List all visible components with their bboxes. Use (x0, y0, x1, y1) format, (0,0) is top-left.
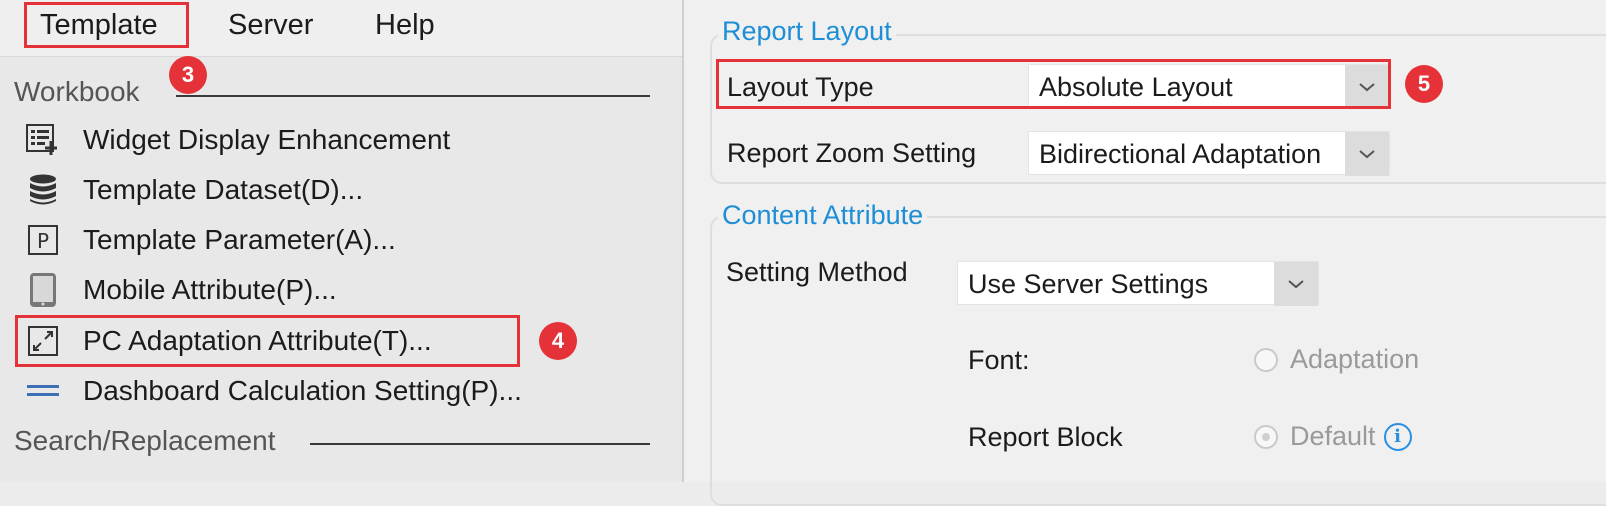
font-label: Font: (968, 345, 1030, 375)
report-zoom-label: Report Zoom Setting (727, 138, 977, 168)
setting-method-select[interactable]: Use Server Settings (957, 261, 1319, 306)
menu-bar: Template Server Help (0, 0, 682, 57)
menu-item-label: Dashboard Calculation Setting(P)... (83, 375, 522, 406)
menu-item-template-parameter[interactable]: P Template Parameter(A)... (25, 218, 396, 262)
menu-item-label: Template Dataset(D)... (83, 174, 364, 205)
svg-text:P: P (37, 229, 49, 253)
report-zoom-value: Bidirectional Adaptation (1039, 139, 1322, 169)
step-5-badge: 5 (1405, 65, 1443, 103)
report-layout-title: Report Layout (718, 16, 896, 47)
setting-method-value: Use Server Settings (968, 269, 1209, 299)
report-block-label: Report Block (968, 422, 1123, 452)
section-workbook-divider (176, 95, 650, 97)
radio-button[interactable] (1254, 347, 1278, 372)
step-3-badge: 3 (169, 56, 207, 94)
menu-item-label: Widget Display Enhancement (83, 124, 451, 155)
pc-adaptation-highlight-box (15, 315, 520, 367)
template-highlight-box (24, 2, 189, 48)
report-zoom-select[interactable]: Bidirectional Adaptation (1028, 131, 1390, 176)
template-menu-panel: Template Server Help 3 Workbook Widget D… (0, 0, 682, 482)
layout-type-highlight-box (716, 59, 1391, 109)
info-icon[interactable]: i (1383, 422, 1412, 451)
font-adaptation-label: Adaptation (1290, 344, 1420, 374)
menu-item-template-dataset[interactable]: Template Dataset(D)... (25, 168, 363, 212)
settings-panel: Report Layout Layout Type Absolute Layou… (684, 0, 1606, 506)
parameter-icon: P (25, 222, 61, 258)
widget-display-icon (25, 122, 61, 158)
step-4-badge: 4 (539, 322, 577, 360)
report-block-default-option[interactable]: Default i (1254, 421, 1412, 452)
section-search-title: Search/Replacement (14, 425, 276, 456)
menu-item-label: Mobile Attribute(P)... (83, 274, 337, 305)
content-attribute-title: Content Attribute (718, 200, 928, 231)
setting-method-label: Setting Method (726, 257, 908, 287)
menu-help[interactable]: Help (375, 0, 435, 50)
mobile-icon (25, 272, 61, 308)
menu-item-mobile-attribute[interactable]: Mobile Attribute(P)... (25, 268, 337, 312)
equals-lines-icon (25, 373, 61, 409)
menu-item-label: Template Parameter(A)... (83, 224, 396, 255)
menu-item-dashboard-calculation-setting[interactable]: Dashboard Calculation Setting(P)... (25, 369, 522, 413)
report-block-default-label: Default (1290, 421, 1376, 451)
menu-item-widget-display-enhancement[interactable]: Widget Display Enhancement (25, 118, 450, 162)
database-icon (25, 172, 61, 208)
section-search-divider (310, 443, 650, 445)
radio-button[interactable] (1254, 424, 1278, 449)
chevron-down-icon[interactable] (1345, 132, 1389, 176)
font-adaptation-option[interactable]: Adaptation (1254, 344, 1419, 375)
menu-server[interactable]: Server (228, 0, 313, 50)
chevron-down-icon[interactable] (1274, 262, 1318, 306)
section-workbook-title: Workbook (14, 76, 140, 107)
